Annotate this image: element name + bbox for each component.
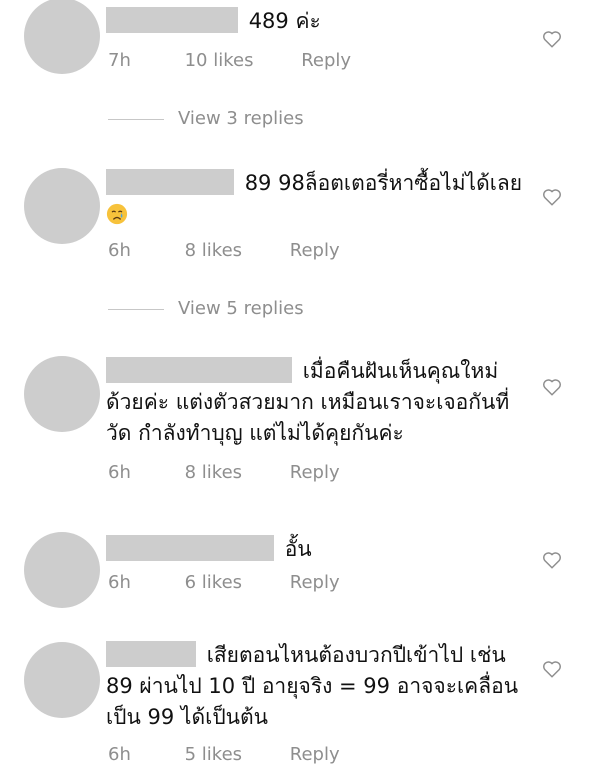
comment-body: อั้น bbox=[106, 534, 526, 565]
reply-button[interactable]: Reply bbox=[290, 572, 340, 593]
comment-text: อั้น bbox=[284, 537, 312, 561]
reply-button[interactable]: Reply bbox=[290, 744, 340, 765]
divider-line bbox=[108, 118, 164, 120]
comment-time: 6h bbox=[108, 240, 131, 261]
avatar[interactable] bbox=[24, 642, 100, 718]
heart-icon[interactable] bbox=[541, 376, 563, 398]
avatar[interactable] bbox=[24, 356, 100, 432]
crying-face-emoji-icon bbox=[106, 203, 128, 225]
comment-likes[interactable]: 8 likes bbox=[185, 462, 242, 483]
reply-button[interactable]: Reply bbox=[301, 50, 351, 71]
heart-icon[interactable] bbox=[541, 28, 563, 50]
comment-text: 89 98ล็อตเตอรี่หาซื้อไม่ได้เลย bbox=[244, 171, 523, 195]
view-replies-label: View 3 replies bbox=[178, 108, 304, 129]
comment-likes[interactable]: 8 likes bbox=[185, 240, 242, 261]
comment-body: เมื่อคืนฝันเห็นคุณใหม่ด้วยค่ะ แต่งตัวสวย… bbox=[106, 356, 526, 449]
redacted-username[interactable] bbox=[106, 357, 292, 383]
heart-icon[interactable] bbox=[541, 658, 563, 680]
comment-time: 6h bbox=[108, 462, 131, 483]
reply-button[interactable]: Reply bbox=[290, 240, 340, 261]
view-replies-button[interactable]: View 5 replies bbox=[108, 298, 304, 324]
comment-likes[interactable]: 5 likes bbox=[185, 744, 242, 765]
comment-meta: 7h 10 likes Reply bbox=[108, 50, 373, 71]
comment-body: 89 98ล็อตเตอรี่หาซื้อไม่ได้เลย bbox=[106, 168, 526, 230]
heart-icon[interactable] bbox=[541, 186, 563, 208]
comment-time: 6h bbox=[108, 744, 131, 765]
comment-body: 489 ค่ะ bbox=[106, 6, 526, 37]
view-replies-label: View 5 replies bbox=[178, 298, 304, 319]
comment-time: 6h bbox=[108, 572, 131, 593]
comment-meta: 6h 8 likes Reply bbox=[108, 240, 362, 261]
comment-body: เสียตอนไหนต้องบวกปีเข้าไป เช่น 89 ผ่านไป… bbox=[106, 640, 526, 733]
comment-meta: 6h 6 likes Reply bbox=[108, 572, 362, 593]
comment-meta: 6h 5 likes Reply bbox=[108, 744, 362, 765]
comment-meta: 6h 8 likes Reply bbox=[108, 462, 362, 483]
redacted-username[interactable] bbox=[106, 641, 196, 667]
avatar[interactable] bbox=[24, 168, 100, 244]
reply-button[interactable]: Reply bbox=[290, 462, 340, 483]
redacted-username[interactable] bbox=[106, 7, 238, 33]
avatar[interactable] bbox=[24, 0, 100, 74]
comment-time: 7h bbox=[108, 50, 131, 71]
comment-likes[interactable]: 10 likes bbox=[185, 50, 254, 71]
redacted-username[interactable] bbox=[106, 169, 234, 195]
comment-likes[interactable]: 6 likes bbox=[185, 572, 242, 593]
view-replies-button[interactable]: View 3 replies bbox=[108, 108, 304, 134]
redacted-username[interactable] bbox=[106, 535, 274, 561]
heart-icon[interactable] bbox=[541, 549, 563, 571]
divider-line bbox=[108, 308, 164, 310]
comment-text: 489 ค่ะ bbox=[248, 9, 321, 33]
avatar[interactable] bbox=[24, 532, 100, 608]
